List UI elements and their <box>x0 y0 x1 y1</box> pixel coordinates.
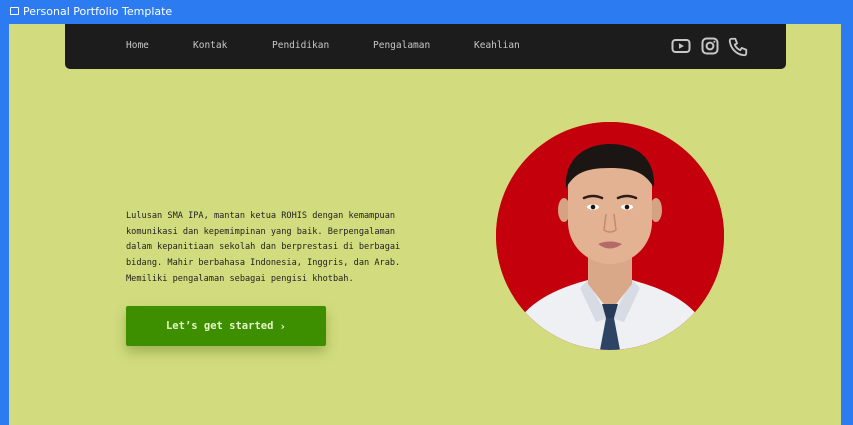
bio-line: Memiliki pengalaman sebagai pengisi khot… <box>126 273 354 284</box>
bio-line: Lulusan SMA IPA, mantan ketua ROHIS deng… <box>126 211 396 221</box>
bio-text: Lulusan SMA IPA, mantan ketua ROHIS deng… <box>126 209 446 288</box>
youtube-icon[interactable] <box>671 36 691 56</box>
profile-photo <box>496 122 724 350</box>
page-canvas: Home Kontak Pendidikan Pengalaman Keahli… <box>9 24 841 425</box>
nav-link-pengalaman[interactable]: Pengalaman <box>373 40 430 51</box>
nav-link-pendidikan[interactable]: Pendidikan <box>272 40 329 51</box>
bio-line: dalam kepanitiaan sekolah dan berprestas… <box>126 242 401 253</box>
nav-link-home[interactable]: Home <box>126 40 149 51</box>
frame-title: Personal Portfolio Template <box>23 4 173 18</box>
chevron-right-icon: › <box>279 319 287 333</box>
frame-titlebar: Personal Portfolio Template <box>0 0 853 22</box>
nav-link-keahlian[interactable]: Keahlian <box>474 40 520 51</box>
instagram-icon[interactable] <box>700 36 720 56</box>
get-started-label: Let’s get started <box>165 320 274 332</box>
frame-icon <box>10 7 19 15</box>
phone-icon[interactable] <box>727 36 749 58</box>
get-started-button[interactable]: Let’s get started › <box>126 306 326 346</box>
navbar: Home Kontak Pendidikan Pengalaman Keahli… <box>65 24 786 69</box>
bio-line: bidang. Mahir berbahasa Indonesia, Inggr… <box>126 258 401 269</box>
bio-line: komunikasi dan kepemimpinan yang baik. B… <box>126 226 396 237</box>
nav-link-kontak[interactable]: Kontak <box>193 40 227 51</box>
